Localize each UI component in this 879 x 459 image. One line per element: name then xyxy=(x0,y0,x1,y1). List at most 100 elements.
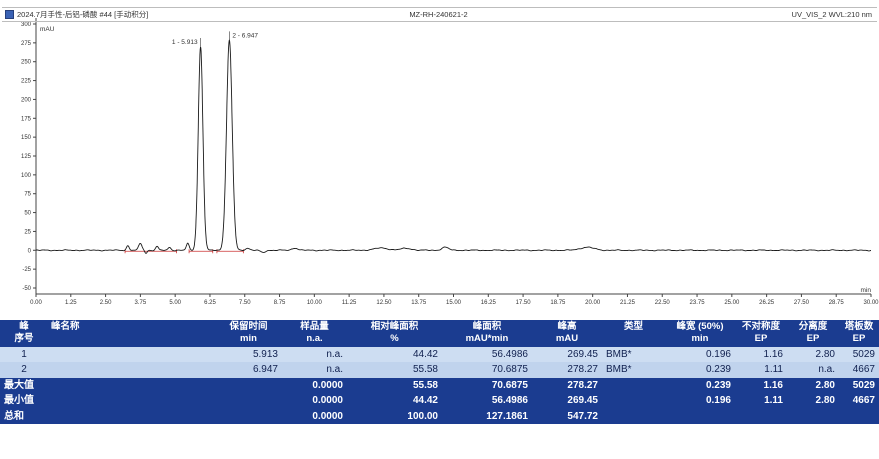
peak-cell: 1 xyxy=(0,347,48,363)
summary-cell xyxy=(602,378,665,394)
summary-label: 最大值 xyxy=(0,378,215,394)
x-tick-label: 25.00 xyxy=(724,300,740,306)
peak-cell xyxy=(48,347,215,363)
summary-label: 总和 xyxy=(0,409,215,425)
summary-cell xyxy=(665,409,735,425)
peak-cell: 269.45 xyxy=(532,347,602,363)
summary-cell xyxy=(215,378,282,394)
peak-cell: 0.239 xyxy=(665,362,735,378)
peak-cell: 4667 xyxy=(839,362,879,378)
chromatogram-report: 2024.7月手性-后铝-磷酸 #44 [手动积分] MZ-RH-240621-… xyxy=(0,0,879,459)
y-tick-label: 100 xyxy=(21,173,32,179)
x-tick-label: 22.50 xyxy=(655,300,671,306)
peak-cell: 70.6875 xyxy=(442,362,532,378)
x-tick-label: 15.00 xyxy=(446,300,462,306)
x-tick-label: 27.50 xyxy=(794,300,810,306)
col-header-2: 保留时间min xyxy=(215,320,282,347)
summary-cell xyxy=(602,393,665,409)
y-tick-label: 250 xyxy=(21,60,32,66)
col-header-6: 峰高mAU xyxy=(532,320,602,347)
peak-cell: n.a. xyxy=(282,347,347,363)
summary-cell: 55.58 xyxy=(347,378,442,394)
x-tick-label: 7.50 xyxy=(239,300,251,306)
col-header-7: 类型 xyxy=(602,320,665,347)
peak-cell: 2 xyxy=(0,362,48,378)
summary-row: 最小值0.000044.4256.4986269.450.1961.112.80… xyxy=(0,393,879,409)
y-tick-label: 125 xyxy=(21,154,32,160)
col-header-0: 峰序号 xyxy=(0,320,48,347)
summary-cell: 0.239 xyxy=(665,378,735,394)
y-tick-label: 275 xyxy=(21,41,32,47)
col-header-5: 峰面积mAU*min xyxy=(442,320,532,347)
summary-row: 总和0.0000100.00127.1861547.72 xyxy=(0,409,879,425)
summary-cell: 0.0000 xyxy=(282,393,347,409)
x-tick-label: 26.25 xyxy=(759,300,775,306)
peak-label: 1 - 5.913 xyxy=(172,39,198,46)
peak-row[interactable]: 26.947n.a.55.5870.6875278.27BMB*0.2391.1… xyxy=(0,362,879,378)
peak-cell: 0.196 xyxy=(665,347,735,363)
col-header-3: 样品量n.a. xyxy=(282,320,347,347)
x-tick-label: 17.50 xyxy=(516,300,532,306)
summary-cell xyxy=(787,409,839,425)
peak-cell: n.a. xyxy=(282,362,347,378)
col-header-11: 塔板数EP xyxy=(839,320,879,347)
summary-cell: 2.80 xyxy=(787,393,839,409)
peak-cell: 6.947 xyxy=(215,362,282,378)
summary-cell: 0.0000 xyxy=(282,378,347,394)
summary-cell xyxy=(215,409,282,425)
y-tick-label: 50 xyxy=(24,211,31,217)
col-header-8: 峰宽 (50%)min xyxy=(665,320,735,347)
peak-cell: 5.913 xyxy=(215,347,282,363)
summary-cell: 547.72 xyxy=(532,409,602,425)
peak-cell: 5029 xyxy=(839,347,879,363)
summary-cell: 269.45 xyxy=(532,393,602,409)
x-tick-label: 5.00 xyxy=(169,300,181,306)
y-tick-label: 175 xyxy=(21,116,32,122)
x-tick-label: 18.75 xyxy=(550,300,566,306)
summary-cell: 0.0000 xyxy=(282,409,347,425)
x-tick-label: 8.75 xyxy=(274,300,286,306)
x-tick-label: 2.50 xyxy=(100,300,112,306)
summary-cell: 44.42 xyxy=(347,393,442,409)
summary-cell: 0.196 xyxy=(665,393,735,409)
summary-cell: 5029 xyxy=(839,378,879,394)
col-header-4: 相对峰面积% xyxy=(347,320,442,347)
y-tick-label: 300 xyxy=(21,22,32,28)
col-header-10: 分离度EP xyxy=(787,320,839,347)
y-tick-label: -50 xyxy=(22,286,31,292)
peak-cell: 1.16 xyxy=(735,347,787,363)
x-tick-label: 3.75 xyxy=(135,300,147,306)
x-tick-label: 13.75 xyxy=(411,300,427,306)
col-header-9: 不对称度EP xyxy=(735,320,787,347)
x-axis-unit-label: min xyxy=(861,287,872,294)
peak-cell: 278.27 xyxy=(532,362,602,378)
peak-cell xyxy=(48,362,215,378)
summary-cell: 1.11 xyxy=(735,393,787,409)
col-header-1: 峰名称 xyxy=(48,320,215,347)
sample-name: MZ-RH-240621-2 xyxy=(294,10,583,19)
x-tick-label: 10.00 xyxy=(307,300,323,306)
x-tick-label: 30.00 xyxy=(863,300,879,306)
summary-cell: 56.4986 xyxy=(442,393,532,409)
summary-cell: 70.6875 xyxy=(442,378,532,394)
x-tick-label: 23.75 xyxy=(690,300,706,306)
x-tick-label: 28.75 xyxy=(829,300,845,306)
y-tick-label: -25 xyxy=(22,267,31,273)
summary-cell: 1.16 xyxy=(735,378,787,394)
summary-cell xyxy=(215,393,282,409)
summary-cell: 4667 xyxy=(839,393,879,409)
peak-row[interactable]: 15.913n.a.44.4256.4986269.45BMB*0.1961.1… xyxy=(0,347,879,363)
x-tick-label: 12.50 xyxy=(376,300,392,306)
y-axis-unit-label: mAU xyxy=(40,26,55,33)
summary-cell xyxy=(839,409,879,425)
summary-cell: 2.80 xyxy=(787,378,839,394)
peak-cell: n.a. xyxy=(787,362,839,378)
peak-cell: 1.11 xyxy=(735,362,787,378)
chromatogram-plot[interactable]: -50-250255075100125150175200225250275300… xyxy=(0,0,879,316)
peak-cell: 44.42 xyxy=(347,347,442,363)
summary-cell xyxy=(602,409,665,425)
y-tick-label: 150 xyxy=(21,135,32,141)
peak-cell: BMB* xyxy=(602,347,665,363)
detector-channel-label: UV_VIS_2 WVL:210 nm xyxy=(583,10,877,19)
y-tick-label: 0 xyxy=(28,248,32,254)
